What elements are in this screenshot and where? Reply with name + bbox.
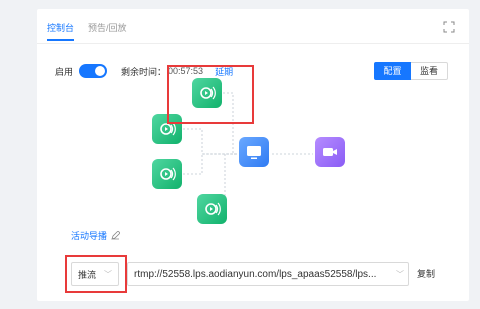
push-url-select[interactable]: rtmp://52558.lps.aodianyun.com/lps_apaas… xyxy=(127,262,409,286)
remaining-label: 剩余时间： xyxy=(121,66,167,77)
highlight-source-node xyxy=(167,65,254,124)
copy-button[interactable]: 复制 xyxy=(417,267,435,280)
guide-link[interactable]: 活动导播 xyxy=(71,229,121,242)
monitor-button[interactable]: 监看 xyxy=(411,62,448,80)
chevron-down-icon: ﹀ xyxy=(396,269,404,279)
tab-preview-replay[interactable]: 预告/回放 xyxy=(88,19,127,41)
enable-toggle[interactable] xyxy=(79,64,108,78)
monitor-icon xyxy=(247,146,261,159)
video-output-icon xyxy=(323,148,337,156)
live-source-icon xyxy=(160,167,176,181)
mixer-node[interactable] xyxy=(239,137,269,167)
highlight-push-select xyxy=(65,255,127,293)
view-mode-toggle: 配置 监看 xyxy=(374,62,448,80)
tab-bar: 控制台 预告/回放 xyxy=(47,19,127,41)
config-button[interactable]: 配置 xyxy=(374,62,411,80)
control-panel: 控制台 预告/回放 启用 剩余时间： 00:57:53 延期 配置 监看 活动导… xyxy=(37,9,469,301)
source-node-2[interactable] xyxy=(152,159,182,189)
expand-icon[interactable] xyxy=(443,21,455,33)
guide-label: 活动导播 xyxy=(71,231,108,241)
push-url-value: rtmp://52558.lps.aodianyun.com/lps_apaas… xyxy=(134,268,377,280)
enable-label: 启用 xyxy=(55,66,74,77)
live-source-icon xyxy=(205,202,221,216)
edit-icon xyxy=(111,231,121,240)
tab-console[interactable]: 控制台 xyxy=(47,19,75,41)
output-node[interactable] xyxy=(315,137,345,167)
source-node-3[interactable] xyxy=(197,194,227,224)
divider xyxy=(37,43,469,44)
